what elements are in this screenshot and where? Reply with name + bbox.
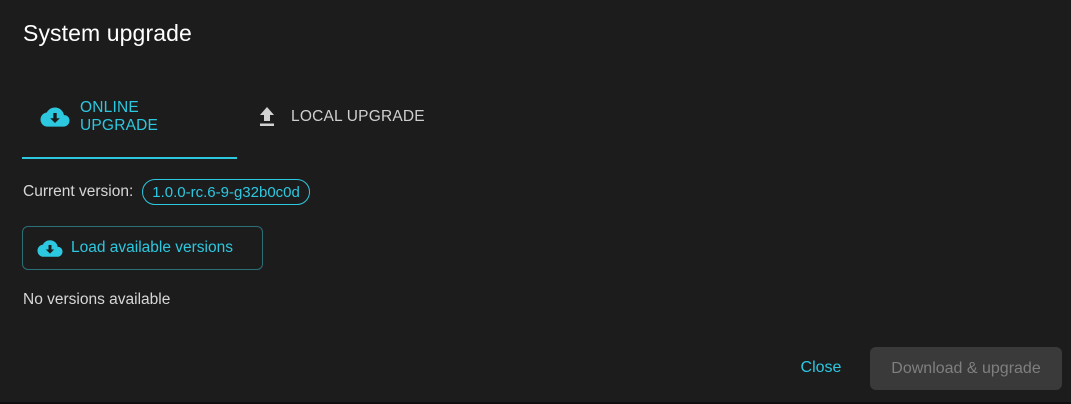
- cloud-download-icon: [37, 238, 63, 258]
- load-available-versions-label: Load available versions: [71, 239, 233, 256]
- upgrade-tabs: ONLINE UPGRADE LOCAL UPGRADE: [22, 75, 443, 159]
- cloud-download-icon: [40, 105, 70, 129]
- tab-local-upgrade[interactable]: LOCAL UPGRADE: [237, 75, 443, 159]
- no-versions-message: No versions available: [23, 291, 171, 308]
- download-upgrade-button[interactable]: Download & upgrade: [870, 347, 1062, 390]
- current-version-label: Current version:: [23, 183, 134, 200]
- load-available-versions-button[interactable]: Load available versions: [22, 226, 263, 270]
- system-upgrade-dialog: System upgrade ONLINE UPGRADE LOCAL UPGR…: [0, 0, 1071, 404]
- tab-online-upgrade[interactable]: ONLINE UPGRADE: [22, 75, 237, 159]
- tab-local-upgrade-label: LOCAL UPGRADE: [291, 108, 425, 125]
- dialog-title: System upgrade: [23, 20, 192, 46]
- version-chip: 1.0.0-rc.6-9-g32b0c0d: [142, 179, 310, 205]
- current-version-row: Current version: 1.0.0-rc.6-9-g32b0c0d: [23, 179, 310, 205]
- upload-icon: [257, 105, 279, 129]
- close-button[interactable]: Close: [788, 348, 854, 388]
- tab-online-upgrade-label: ONLINE UPGRADE: [80, 99, 159, 134]
